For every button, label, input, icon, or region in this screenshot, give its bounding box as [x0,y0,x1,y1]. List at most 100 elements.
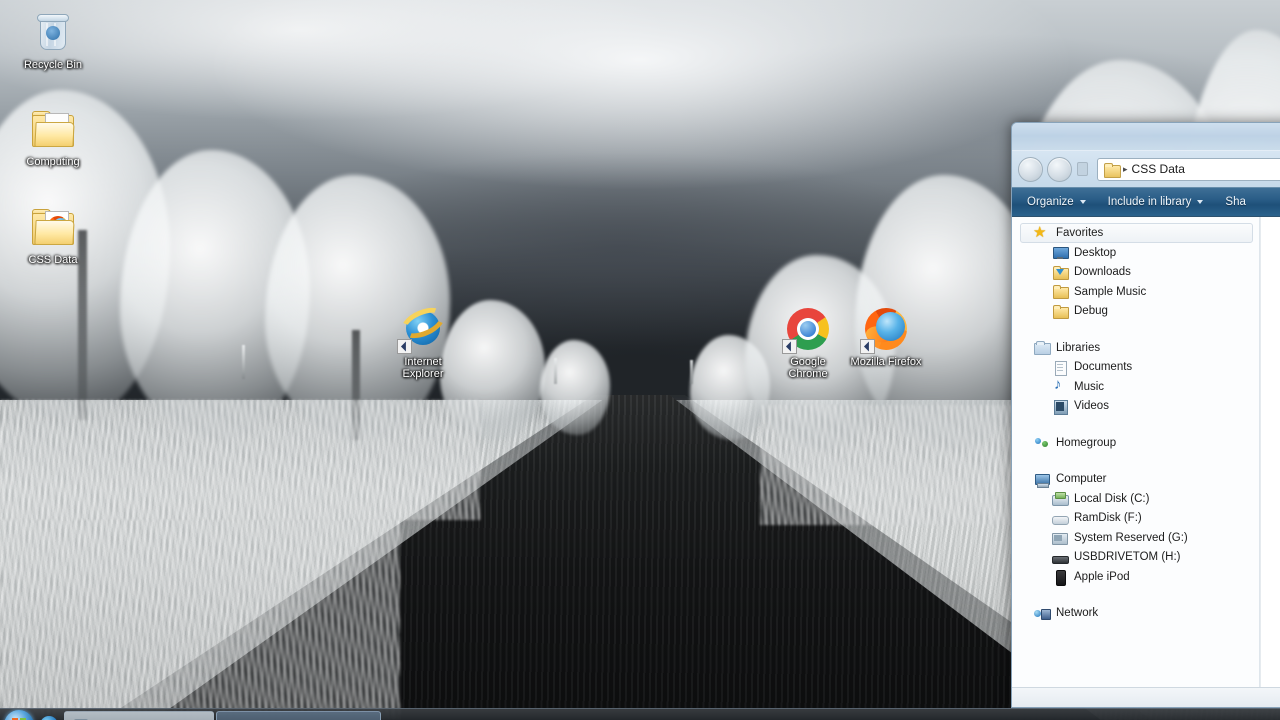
include-in-library-button[interactable]: Include in library [1097,192,1215,212]
nav-item-sample-music[interactable]: Sample Music [1012,282,1259,302]
nav-item-downloads[interactable]: Downloads [1012,263,1259,283]
nav-group-libraries[interactable]: Libraries [1012,338,1259,358]
hard-disk-icon [1052,491,1069,507]
nav-group-computer[interactable]: Computer [1012,470,1259,490]
nav-item-label: Apple iPod [1074,570,1130,583]
chrome-icon [782,305,832,354]
nav-item-label: Sample Music [1074,285,1147,298]
wallpaper-grass [0,400,480,520]
breadcrumb-separator-icon: ▸ [1123,163,1128,174]
desktop-icon-mozilla-firefox[interactable]: Mozilla Firefox [843,305,929,368]
libraries-icon [1034,340,1051,356]
address-bar[interactable]: ▸ CSS Data [1097,157,1280,181]
shortcut-arrow-icon [860,339,875,354]
nav-item-ramdisk-f[interactable]: RamDisk (F:) [1012,509,1259,529]
windows-explorer-window[interactable]: ▸ CSS Data Organize Include in library S… [1011,122,1280,708]
wallpaper-grass [0,520,400,720]
explorer-body: Favorites Desktop Downloads Sample Music… [1012,217,1280,687]
file-list-pane[interactable] [1260,217,1280,687]
system-reserved-icon [1052,530,1068,546]
folder-icon [1052,304,1069,319]
breadcrumb-path[interactable]: CSS Data [1132,162,1185,176]
desktop-icon-css-data[interactable]: CSS Data [10,203,96,266]
shortcut-arrow-icon [397,339,412,354]
nav-item-apple-ipod[interactable]: Apple iPod [1012,567,1259,587]
nav-group-favorites[interactable]: Favorites [1020,223,1253,243]
nav-item-videos[interactable]: Videos [1012,397,1259,417]
nav-item-debug[interactable]: Debug [1012,302,1259,322]
window-titlebar[interactable] [1012,123,1280,151]
desktop-icon-google-chrome[interactable]: Google Chrome [765,305,851,380]
task-button-explorer[interactable] [216,711,381,720]
back-button[interactable] [1018,156,1043,182]
network-icon [1034,606,1051,621]
quick-launch-ie[interactable] [36,711,62,720]
usb-drive-icon [1052,550,1069,565]
chevron-down-icon [1197,200,1204,204]
nav-item-label: Local Disk (C:) [1074,492,1150,505]
video-icon [1052,399,1068,415]
share-with-label: Sha [1225,196,1246,208]
nav-separator [1012,453,1259,470]
nav-item-label: Desktop [1074,246,1117,259]
ramdisk-icon [1052,511,1069,526]
nav-item-label: Documents [1074,361,1133,374]
homegroup-icon [1034,435,1050,450]
desktop-icon-label: Mozilla Firefox [850,356,922,368]
nav-group-label: Network [1056,607,1099,620]
nav-item-desktop[interactable]: Desktop [1012,243,1259,263]
recycle-bin-icon [29,8,77,56]
firefox-icon [860,305,910,354]
folder-icon [29,203,77,251]
nav-item-music[interactable]: Music [1012,376,1259,397]
task-button-window-1[interactable] [64,711,214,720]
navigation-pane[interactable]: Favorites Desktop Downloads Sample Music… [1012,217,1260,687]
nav-group-label: Computer [1056,473,1107,486]
taskbar[interactable] [0,708,1280,720]
nav-item-label: Music [1074,380,1105,393]
desktop-icon-label: Recycle Bin [23,59,83,71]
nav-item-local-disk-c[interactable]: Local Disk (C:) [1012,489,1259,509]
nav-item-system-reserved-g[interactable]: System Reserved (G:) [1012,528,1259,548]
include-in-library-label: Include in library [1107,196,1192,208]
desktop-icon-recycle-bin[interactable]: Recycle Bin [10,8,96,71]
folder-icon [1052,284,1069,300]
nav-separator [1012,416,1259,433]
desktop-icon-internet-explorer[interactable]: Internet Explorer [380,301,466,380]
command-toolbar: Organize Include in library Sha [1012,187,1280,217]
nav-separator [1012,321,1259,338]
internet-explorer-icon [40,716,58,720]
nav-group-homegroup[interactable]: Homegroup [1012,433,1259,453]
shortcut-arrow-icon [782,339,797,354]
nav-item-documents[interactable]: Documents [1012,358,1259,378]
desktop-icon-label: Internet Explorer [402,356,444,380]
internet-explorer-icon [396,301,450,354]
nav-separator [1012,587,1259,604]
nav-item-label: Videos [1074,400,1109,413]
chevron-down-icon [1079,200,1086,204]
forward-button[interactable] [1047,156,1072,182]
status-bar [1012,687,1280,707]
desktop-icon [1052,245,1069,260]
computer-icon [1034,472,1050,488]
desktop-icon-computing[interactable]: Computing [10,105,96,168]
organize-button[interactable]: Organize [1016,192,1097,212]
nav-group-label: Favorites [1056,227,1104,239]
nav-item-usbdrivetom-h[interactable]: USBDRIVETOM (H:) [1012,548,1259,568]
folder-icon [1104,162,1121,178]
desktop-icon-label: Google Chrome [788,356,828,380]
nav-item-label: System Reserved (G:) [1074,531,1188,544]
start-button[interactable] [4,710,34,720]
wallpaper-fence-post [690,360,693,384]
share-with-button[interactable]: Sha [1214,192,1256,212]
desktop-icon-label: Computing [26,156,80,168]
nav-group-label: Homegroup [1056,436,1117,449]
nav-item-label: Debug [1074,305,1108,318]
nav-group-network[interactable]: Network [1012,604,1259,624]
wallpaper-fence-post [242,345,245,379]
recent-pages-dropdown[interactable] [1077,162,1088,176]
ipod-icon [1052,569,1068,587]
desktop-icon-label: CSS Data [28,254,78,266]
folder-icon [29,105,77,153]
wallpaper-fence-post [554,358,557,384]
